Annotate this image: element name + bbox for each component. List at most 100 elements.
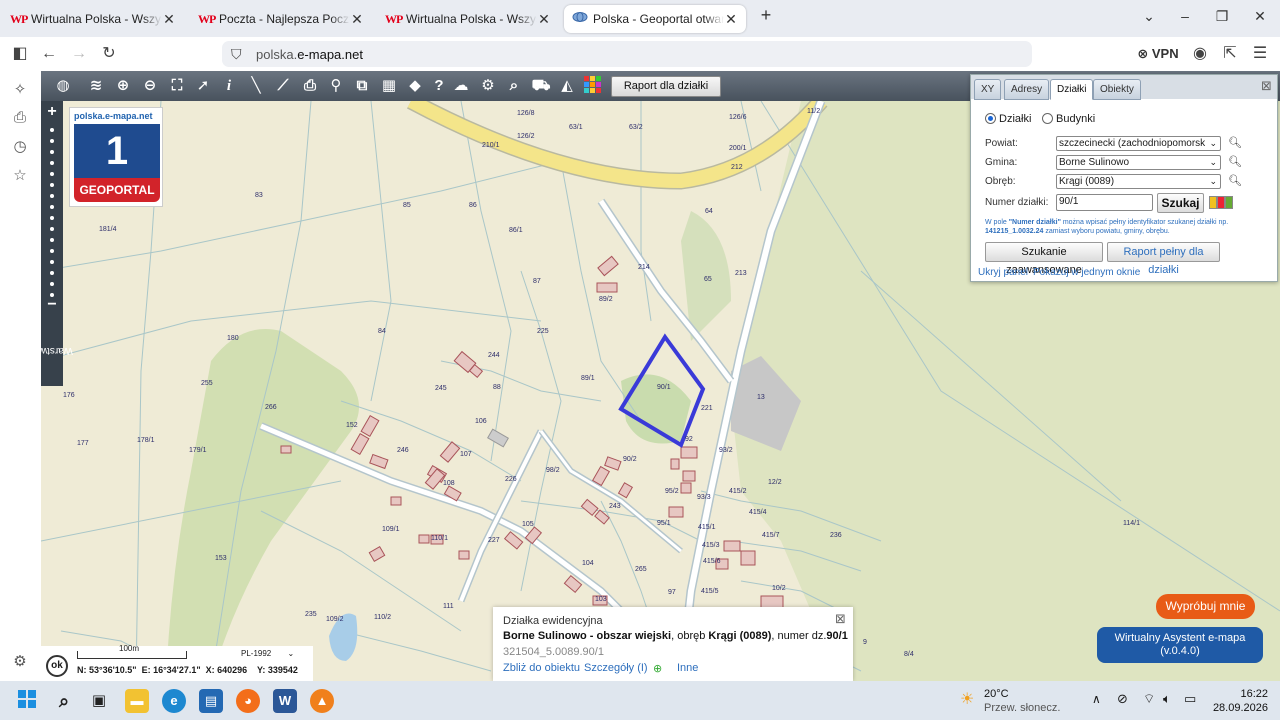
zoom-in-icon[interactable]: ⊕	[113, 76, 133, 96]
zoom-level-dot[interactable]	[50, 282, 54, 286]
wifi-icon[interactable]: ⌔	[1143, 691, 1155, 707]
zoom-level-dot[interactable]	[50, 194, 54, 198]
close-window-icon[interactable]: ✕	[1250, 8, 1270, 25]
maximize-icon[interactable]: ❐	[1212, 8, 1232, 25]
zoom-level-dot[interactable]	[50, 172, 54, 176]
tab-obiekty[interactable]: Obiekty	[1093, 79, 1141, 100]
zoom-to-object-link[interactable]: Zbliż do obiektu	[503, 662, 580, 674]
network-disabled-icon[interactable]: ⊘	[1117, 691, 1128, 707]
tab-geoportal[interactable]: Polska - Geoportal otwartych d ✕	[564, 5, 746, 33]
gmina-search-icon[interactable]: 🔍︎	[1228, 155, 1242, 168]
details-link[interactable]: Szczegóły (I)	[584, 662, 648, 674]
crs-select[interactable]: PL-1992 ⌄	[241, 649, 294, 658]
powiat-select[interactable]: szczecinecki (zachodniopomorsk ⌄	[1056, 136, 1221, 151]
parcel-report-button[interactable]: Raport dla działki	[611, 76, 721, 97]
zoom-level-dot[interactable]	[50, 249, 54, 253]
close-tab-icon[interactable]: ✕	[162, 11, 176, 28]
settings-gear-icon[interactable]: ⚙	[11, 653, 29, 671]
tab-list-chevron-icon[interactable]: ⌄	[1139, 8, 1159, 25]
volume-icon[interactable]: 🔈︎	[1163, 691, 1171, 707]
advanced-search-button[interactable]: Szukanie zaawansowane	[985, 242, 1103, 276]
radio-budynki[interactable]: Budynki	[1042, 113, 1095, 125]
tab-wirtualna-polska-1[interactable]: WP Wirtualna Polska - Wszystko co ✕	[2, 5, 184, 33]
weather-widget[interactable]: 20°C Przew. słonecz.	[984, 687, 1060, 715]
layers-stack-icon[interactable]: ≋	[86, 76, 106, 96]
zoom-level-dot[interactable]	[50, 139, 54, 143]
zoom-out-icon[interactable]: ⊖	[140, 76, 160, 96]
other-link[interactable]: Inne	[677, 662, 698, 674]
firefox-icon[interactable]: ◕	[236, 689, 260, 713]
battery-icon[interactable]: ▭	[1184, 691, 1196, 707]
downloads-panel-icon[interactable]: ⎙	[11, 109, 29, 127]
zoom-level-dot[interactable]	[50, 260, 54, 264]
map-viewport[interactable]: 126/8 63/1 63/2 126/6 11/2 126/2 210/1 200/1 212…	[41, 71, 1280, 681]
street-view-icon[interactable]: ⚲	[326, 76, 346, 96]
search-button[interactable]: Szukaj	[1157, 193, 1204, 213]
file-explorer-icon[interactable]: ▬	[125, 689, 149, 713]
layers-panel-toggle[interactable]: ▶ Warstwy	[41, 319, 73, 385]
account-icon[interactable]: ◉	[1190, 44, 1210, 64]
powiat-search-icon[interactable]: 🔍︎	[1228, 136, 1242, 149]
reload-icon[interactable]: ↻	[99, 44, 119, 64]
hide-panel-link[interactable]: Ukryj panel	[978, 267, 1028, 278]
triangle-tool-icon[interactable]: ◭	[557, 76, 577, 96]
close-tab-icon[interactable]: ✕	[724, 11, 738, 28]
radio-dot[interactable]	[1042, 113, 1053, 124]
color-swatch-icon[interactable]	[1209, 196, 1237, 210]
zoom-level-dot[interactable]	[50, 271, 54, 275]
zoom-level-dot[interactable]	[50, 238, 54, 242]
tab-poczta[interactable]: WP Poczta - Najlepsza Poczta, najw ✕	[190, 5, 372, 33]
minimize-icon[interactable]: –	[1175, 8, 1195, 24]
pointer-arrow-icon[interactable]: ➚	[193, 76, 213, 96]
panel-close-icon[interactable]: ⊠	[1261, 78, 1272, 94]
full-report-button[interactable]: Raport pełny dla działki	[1107, 242, 1220, 276]
close-tab-icon[interactable]: ✕	[350, 11, 364, 28]
measure-area-icon[interactable]: ⟋	[273, 76, 293, 96]
store-icon[interactable]: ▤	[199, 689, 223, 713]
help-question-icon[interactable]: ?	[429, 76, 449, 96]
numer-input[interactable]: 90/1	[1056, 194, 1153, 211]
settings-gears-icon[interactable]: ⚙	[478, 76, 498, 96]
cloud-upload-icon[interactable]: ☁	[451, 76, 471, 96]
zoom-level-dot[interactable]	[50, 205, 54, 209]
zoom-level-dot[interactable]	[50, 150, 54, 154]
full-extent-icon[interactable]: ⛶	[167, 76, 187, 96]
zoom-level-dot[interactable]	[50, 216, 54, 220]
single-window-link[interactable]: Pokazuj w jednym oknie	[1033, 267, 1140, 278]
search-zoom-icon[interactable]: ⌕	[504, 76, 524, 96]
close-tab-icon[interactable]: ✕	[537, 11, 551, 28]
menu-icon[interactable]: ☰	[1250, 44, 1270, 64]
zoom-level-dot[interactable]	[50, 128, 54, 132]
zoom-level-dot[interactable]	[50, 161, 54, 165]
info-icon[interactable]: i	[219, 76, 239, 96]
tab-wirtualna-polska-2[interactable]: WP Wirtualna Polska - Wszystko co ✕	[377, 5, 559, 33]
ai-sparkle-icon[interactable]: ✧	[11, 81, 29, 99]
color-grid-icon[interactable]	[583, 76, 603, 96]
back-arrow-icon[interactable]: ←	[39, 44, 59, 64]
clock[interactable]: 16:22 28.09.2026	[1212, 687, 1268, 715]
cart-icon[interactable]: ⛟	[531, 76, 551, 96]
gmina-select[interactable]: Borne Sulinowo ⌄	[1056, 155, 1221, 170]
address-bar[interactable]: ⛉ polska. e-mapa.net	[222, 41, 1032, 67]
vpn-button[interactable]: ⊗ VPN	[1135, 44, 1181, 64]
bookmarks-star-icon[interactable]: ☆	[11, 167, 29, 185]
layout-icon[interactable]: ▦	[379, 76, 399, 96]
tab-dzialki[interactable]: Działki	[1050, 79, 1094, 100]
virtual-assistant-button[interactable]: Wirtualny Asystent e-mapa (v.0.4.0)	[1097, 627, 1263, 663]
edge-browser-icon[interactable]: e	[162, 689, 186, 713]
map-globe-icon[interactable]: ◍	[49, 76, 77, 96]
popup-close-icon[interactable]: ⊠	[835, 611, 846, 627]
radio-dzialki[interactable]: Działki	[985, 113, 1031, 125]
windows-start-icon[interactable]	[15, 689, 39, 713]
tab-adresy[interactable]: Adresy	[1004, 79, 1050, 100]
zoom-plus-button[interactable]: +	[45, 103, 59, 121]
obreb-search-icon[interactable]: 🔍︎	[1228, 174, 1242, 187]
comment-icon[interactable]: ◆	[405, 76, 425, 96]
extensions-icon[interactable]: ⇱	[1220, 44, 1240, 64]
history-clock-icon[interactable]: ◷	[11, 138, 29, 156]
ok-button[interactable]: ok	[46, 655, 68, 677]
tray-chevron-icon[interactable]: ∧	[1092, 692, 1101, 706]
new-tab-plus-icon[interactable]: +	[756, 5, 776, 26]
try-me-button[interactable]: Wypróbuj mnie	[1156, 594, 1255, 619]
vlc-cone-icon[interactable]: ▲	[310, 689, 334, 713]
